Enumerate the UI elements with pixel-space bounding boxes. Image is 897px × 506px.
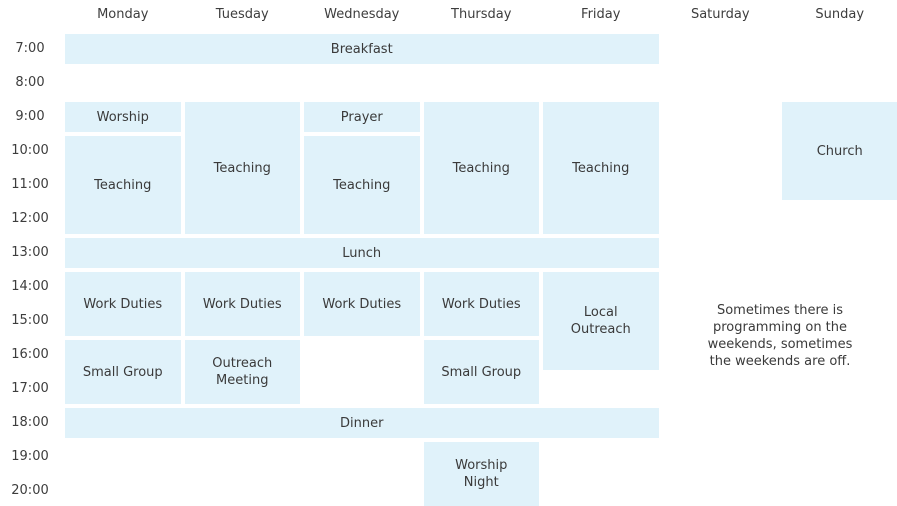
time-label: 16:00 xyxy=(11,347,49,362)
day-header-saturday: Saturday xyxy=(690,7,750,22)
event-label: Teaching xyxy=(94,177,152,193)
event-small-group-thursday[interactable]: Small Group xyxy=(423,340,539,404)
event-work-duties-tuesday[interactable]: Work Duties xyxy=(184,272,300,336)
time-label: 14:00 xyxy=(11,279,49,294)
event-label: Work Duties xyxy=(202,296,282,312)
event-dinner[interactable]: Dinner xyxy=(65,408,659,438)
event-worship-night[interactable]: Worship Night xyxy=(423,442,539,506)
time-label: 9:00 xyxy=(15,109,45,124)
event-label: Work Duties xyxy=(441,296,521,312)
event-church[interactable]: Church xyxy=(782,102,897,200)
event-label: Teaching xyxy=(213,160,271,176)
event-teaching-wednesday[interactable]: Teaching xyxy=(304,136,420,234)
time-label: 18:00 xyxy=(11,415,49,430)
event-label: Outreach Meeting xyxy=(212,356,273,388)
event-label: Worship Night xyxy=(455,458,508,490)
day-header-sunday: Sunday xyxy=(815,7,865,22)
day-header-monday: Monday xyxy=(97,7,149,22)
event-label: Prayer xyxy=(340,109,383,125)
event-lunch[interactable]: Lunch xyxy=(65,238,659,268)
time-label: 17:00 xyxy=(11,381,49,396)
day-header-tuesday: Tuesday xyxy=(215,7,269,22)
event-label: Small Group xyxy=(441,364,522,380)
event-small-group-monday[interactable]: Small Group xyxy=(65,340,181,404)
event-label: Breakfast xyxy=(330,41,393,57)
day-header-wednesday: Wednesday xyxy=(324,7,400,22)
event-label: Teaching xyxy=(452,160,510,176)
event-work-duties-wednesday[interactable]: Work Duties xyxy=(304,272,420,336)
weekend-note: Sometimes there is programming on the we… xyxy=(707,303,853,369)
event-outreach-meeting[interactable]: Outreach Meeting xyxy=(184,340,300,404)
event-breakfast[interactable]: Breakfast xyxy=(65,34,659,64)
event-work-duties-monday[interactable]: Work Duties xyxy=(65,272,181,336)
event-work-duties-thursday[interactable]: Work Duties xyxy=(423,272,539,336)
event-teaching-tuesday[interactable]: Teaching xyxy=(184,102,300,234)
event-label: Dinner xyxy=(340,415,384,431)
event-teaching-friday[interactable]: Teaching xyxy=(543,102,659,234)
event-worship[interactable]: Worship xyxy=(65,102,181,132)
event-label: Church xyxy=(816,143,863,159)
event-prayer[interactable]: Prayer xyxy=(304,102,420,132)
event-local-outreach[interactable]: Local Outreach xyxy=(543,272,659,370)
event-label: Teaching xyxy=(333,177,391,193)
time-label: 11:00 xyxy=(11,177,49,192)
time-label: 10:00 xyxy=(11,143,49,158)
time-label: 19:00 xyxy=(11,449,49,464)
day-header-thursday: Thursday xyxy=(451,7,512,22)
time-label: 20:00 xyxy=(11,483,49,498)
event-label: Small Group xyxy=(82,364,163,380)
event-label: Teaching xyxy=(572,160,630,176)
event-label: Local Outreach xyxy=(570,305,631,337)
time-label: 13:00 xyxy=(11,245,49,260)
time-label: 15:00 xyxy=(11,313,49,328)
time-label: 8:00 xyxy=(15,75,45,90)
day-header-friday: Friday xyxy=(581,7,621,22)
time-label: 7:00 xyxy=(15,41,45,56)
event-teaching-thursday[interactable]: Teaching xyxy=(423,102,539,234)
event-label: Lunch xyxy=(342,245,382,261)
event-label: Work Duties xyxy=(322,296,402,312)
event-label: Work Duties xyxy=(83,296,163,312)
event-teaching-monday[interactable]: Teaching xyxy=(65,136,181,234)
time-label: 12:00 xyxy=(11,211,49,226)
event-label: Worship xyxy=(96,109,149,125)
